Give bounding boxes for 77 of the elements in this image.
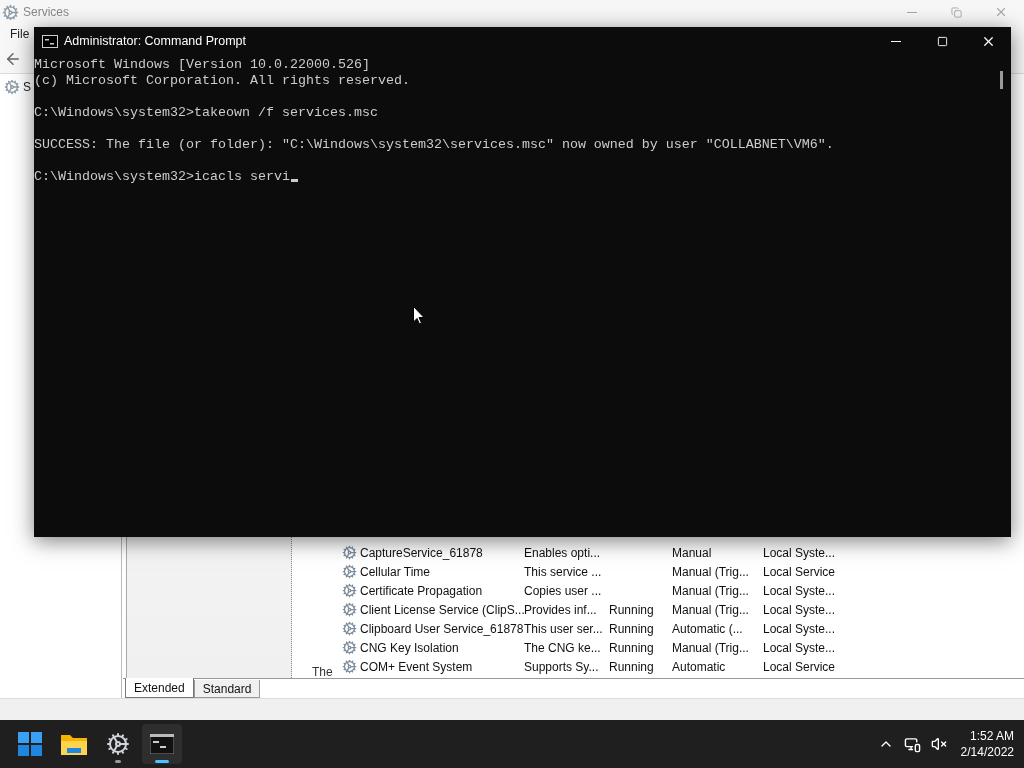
text-cursor [290,179,298,182]
table-cell-text: Manual (Trig... [672,639,750,657]
service-row[interactable]: Cellular Time This service ... Manual (Trig... Local Service [342,562,843,581]
service-row[interactable]: CaptureService_61878 Enables opti... Manual Local Syste... [342,543,843,562]
table-cell-text: Running [609,601,655,619]
gears-icon [106,732,130,756]
table-cell-text: Automatic (... [672,620,744,638]
console-line: (c) Microsoft Corporation. All rights reserved. [34,73,410,89]
table-cell-text: Copies user ... [524,582,603,600]
service-row[interactable]: Clipboard User Service_61878This user ser... Running Automatic (... Local Syste... [342,619,843,638]
table-cell-text: This service ... [524,563,603,581]
table-cell-text: Local Service [763,658,837,676]
gears-icon [342,659,357,674]
muted-speaker-icon[interactable] [930,736,947,752]
gears-icon [342,602,357,617]
gears-icon [342,564,357,579]
gears-icon [342,583,357,598]
table-cell-text: Local Syste... [763,601,837,619]
table-cell-text: Running [609,658,655,676]
network-icon[interactable] [903,735,921,753]
table-cell-text: Supports Sy... [524,658,600,676]
maximize-icon [936,36,948,47]
tab[interactable]: Standard [193,680,261,698]
table-cell-text: Local Syste... [763,639,837,657]
clock-date[interactable]: 2/14/2022 [960,744,1014,760]
console-line: Microsoft Windows [Version 10.0.22000.526] [34,57,370,73]
menu-item[interactable]: File [10,25,30,43]
table-cell-text: Local Service [763,563,837,581]
gears-icon [342,621,357,636]
table-cell-text: The CNG ke... [524,639,602,657]
table-cell-text: COM+ Event System [360,658,474,676]
table-cell-text: Manual (Trig... [672,601,750,619]
gears-icon [4,79,20,95]
window-title: Administrator: Command Prompt [64,33,246,51]
service-row[interactable]: Certificate Propagation Copies user ... Manual (Trig... Local Syste... [342,581,843,600]
mouse-pointer-icon [413,306,425,325]
service-row[interactable]: Client License Service (ClipS...Provides inf... Running Manual (Trig... Local Syste... [342,600,843,619]
table-cell-text: Certificate Propagation [360,582,484,600]
restore-icon [950,6,962,18]
table-cell-text: Automatic [672,658,727,676]
taskbar-button[interactable] [142,724,182,764]
table-cell-text: Manual [672,544,713,562]
close-icon [994,5,1008,19]
table-cell-text: Local Syste... [763,620,837,638]
table-cell-text: CNG Key Isolation [360,639,460,657]
command-input[interactable]: C:\Windows\system32>icacls servi [34,169,290,185]
table-cell-text: Cellular Time [360,563,432,581]
minimize-icon [891,41,901,42]
table-cell-text: Clipboard User Service_61878 [360,620,524,638]
table-cell-text: Local Syste... [763,582,837,600]
clock-time[interactable]: 1:52 AM [969,728,1014,744]
windows-logo-icon [18,732,42,756]
tree-item[interactable]: S [23,78,31,96]
window-title: Services [23,4,69,21]
minimize-icon [907,11,917,13]
folder-icon [61,733,87,755]
table-cell-text: Provides inf... [524,601,598,619]
console-line: C:\Windows\system32>takeown /f services.msc [34,105,378,121]
description-text: The [312,666,333,678]
table-cell-text: Client License Service (ClipS... [360,601,524,619]
gears-icon [2,3,19,21]
table-cell-text: Local Syste... [763,544,837,562]
gears-icon [342,640,357,655]
table-cell-text: Manual (Trig... [672,563,750,581]
table-cell-text: This user ser... [524,620,604,638]
gears-icon [342,545,357,560]
table-cell-text: Enables opti... [524,544,602,562]
console-icon [150,734,174,754]
service-row[interactable]: COM+ Event System Supports Sy... Running Automatic Local Service [342,657,843,676]
console-icon [42,35,58,48]
table-cell-text: Running [609,639,655,657]
table-cell-text: Manual (Trig... [672,582,750,600]
table-cell-text: Running [609,620,655,638]
console-line: SUCCESS: The file (or folder): "C:\Windows\system32\services.msc" now owned by user "COLLABNET\VM6". [34,137,834,153]
table-cell-text: CaptureService_61878 [360,544,484,562]
tab[interactable]: Extended [125,678,194,698]
service-row[interactable]: CNG Key Isolation The CNG ke... Running Manual (Trig... Local Syste... [342,638,843,657]
